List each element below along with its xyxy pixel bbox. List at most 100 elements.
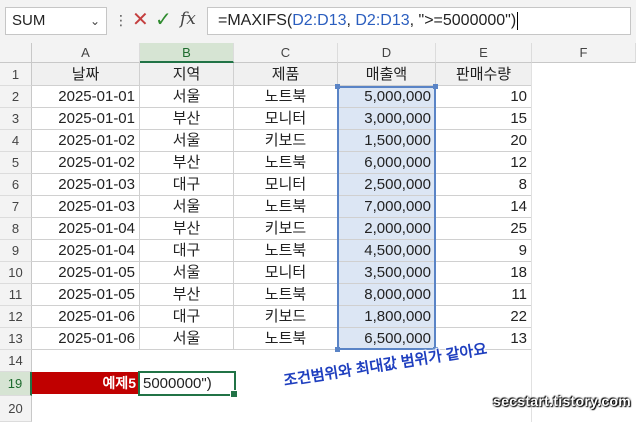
table-cell-region[interactable]: 부산	[140, 218, 234, 240]
row-header-13[interactable]: 13	[0, 328, 32, 350]
table-cell-date[interactable]: 2025-01-03	[32, 174, 140, 196]
formula-ref-1: D2:D13	[292, 12, 347, 29]
row-header-9[interactable]: 9	[0, 240, 32, 262]
table-cell-date[interactable]: 2025-01-04	[32, 218, 140, 240]
table-cell-sales[interactable]: 6,000,000	[338, 152, 436, 174]
example-label: 예제5	[32, 372, 140, 394]
table-cell-date[interactable]: 2025-01-03	[32, 196, 140, 218]
table-cell-region[interactable]: 서울	[140, 196, 234, 218]
table-cell-region[interactable]: 서울	[140, 130, 234, 152]
select-all-corner[interactable]	[0, 43, 32, 63]
table-cell-sales[interactable]: 1,500,000	[338, 130, 436, 152]
row-header-11[interactable]: 11	[0, 284, 32, 306]
table-cell-quantity[interactable]: 18	[436, 262, 532, 284]
active-cell-b19[interactable]: 5000000")	[138, 371, 238, 398]
table-cell-product[interactable]: 모니터	[234, 174, 338, 196]
table-cell-date[interactable]: 2025-01-02	[32, 152, 140, 174]
table-cell-product[interactable]: 노트북	[234, 86, 338, 108]
table-header-product[interactable]: 제품	[234, 63, 338, 86]
more-options-icon[interactable]: ⋮	[114, 12, 128, 28]
table-cell-product[interactable]: 키보드	[234, 218, 338, 240]
table-cell-quantity[interactable]: 20	[436, 130, 532, 152]
table-cell-quantity[interactable]: 22	[436, 306, 532, 328]
fill-handle[interactable]	[230, 390, 238, 398]
table-header-quantity[interactable]: 판매수량	[436, 63, 532, 86]
row-header-5[interactable]: 5	[0, 152, 32, 174]
table-cell-date[interactable]: 2025-01-02	[32, 130, 140, 152]
table-cell-product[interactable]: 노트북	[234, 240, 338, 262]
table-cell-date[interactable]: 2025-01-01	[32, 86, 140, 108]
table-header-sales[interactable]: 매출액	[338, 63, 436, 86]
cancel-icon[interactable]: ✕	[132, 8, 149, 32]
column-header-d[interactable]: D	[338, 43, 436, 63]
column-header-f[interactable]: F	[532, 43, 636, 63]
table-cell-date[interactable]: 2025-01-06	[32, 306, 140, 328]
row-header-12[interactable]: 12	[0, 306, 32, 328]
table-cell-sales[interactable]: 6,500,000	[338, 328, 436, 350]
name-box[interactable]: SUM ⌄	[5, 7, 107, 35]
table-cell-region[interactable]: 서울	[140, 328, 234, 350]
table-cell-region[interactable]: 대구	[140, 306, 234, 328]
table-cell-quantity[interactable]: 11	[436, 284, 532, 306]
row-header-1[interactable]: 1	[0, 63, 32, 86]
table-cell-sales[interactable]: 1,800,000	[338, 306, 436, 328]
row-header-8[interactable]: 8	[0, 218, 32, 240]
table-cell-date[interactable]: 2025-01-04	[32, 240, 140, 262]
table-cell-product[interactable]: 키보드	[234, 130, 338, 152]
formula-input[interactable]: =MAXIFS(D2:D13, D2:D13, ">=5000000")	[207, 7, 631, 35]
table-cell-region[interactable]: 부산	[140, 284, 234, 306]
table-cell-product[interactable]: 노트북	[234, 328, 338, 350]
table-cell-product[interactable]: 키보드	[234, 306, 338, 328]
table-cell-product[interactable]: 노트북	[234, 284, 338, 306]
table-cell-sales[interactable]: 3,500,000	[338, 262, 436, 284]
table-cell-sales[interactable]: 4,500,000	[338, 240, 436, 262]
row-header-19[interactable]: 19	[0, 372, 32, 396]
row-header-6[interactable]: 6	[0, 174, 32, 196]
table-cell-quantity[interactable]: 14	[436, 196, 532, 218]
table-cell-date[interactable]: 2025-01-06	[32, 328, 140, 350]
table-header-region[interactable]: 지역	[140, 63, 234, 86]
row-header-4[interactable]: 4	[0, 130, 32, 152]
table-cell-sales[interactable]: 8,000,000	[338, 284, 436, 306]
column-header-e[interactable]: E	[436, 43, 532, 63]
row-header-3[interactable]: 3	[0, 108, 32, 130]
table-cell-region[interactable]: 대구	[140, 240, 234, 262]
table-cell-date[interactable]: 2025-01-05	[32, 284, 140, 306]
table-cell-quantity[interactable]: 12	[436, 152, 532, 174]
table-cell-product[interactable]: 노트북	[234, 196, 338, 218]
row-header-10[interactable]: 10	[0, 262, 32, 284]
chevron-down-icon[interactable]: ⌄	[90, 8, 100, 34]
column-header-b[interactable]: B	[140, 43, 234, 63]
table-cell-product[interactable]: 모니터	[234, 262, 338, 284]
table-cell-sales[interactable]: 2,500,000	[338, 174, 436, 196]
table-cell-quantity[interactable]: 15	[436, 108, 532, 130]
table-cell-sales[interactable]: 2,000,000	[338, 218, 436, 240]
row-header-7[interactable]: 7	[0, 196, 32, 218]
table-cell-date[interactable]: 2025-01-05	[32, 262, 140, 284]
row-header-14[interactable]: 14	[0, 350, 32, 372]
table-cell-date[interactable]: 2025-01-01	[32, 108, 140, 130]
enter-check-icon[interactable]: ✓	[155, 8, 172, 32]
table-cell-product[interactable]: 노트북	[234, 152, 338, 174]
column-header-c[interactable]: C	[234, 43, 338, 63]
table-cell-region[interactable]: 서울	[140, 86, 234, 108]
insert-function-icon[interactable]: fx	[180, 9, 196, 29]
table-cell-quantity[interactable]: 8	[436, 174, 532, 196]
table-cell-sales[interactable]: 3,000,000	[338, 108, 436, 130]
table-cell-sales[interactable]: 7,000,000	[338, 196, 436, 218]
formula-bar: SUM ⌄ ⋮ ✕ ✓ fx =MAXIFS(D2:D13, D2:D13, "…	[0, 0, 636, 44]
table-header-date[interactable]: 날짜	[32, 63, 140, 86]
table-cell-region[interactable]: 서울	[140, 262, 234, 284]
table-cell-region[interactable]: 대구	[140, 174, 234, 196]
table-cell-sales[interactable]: 5,000,000	[338, 86, 436, 108]
table-cell-quantity[interactable]: 9	[436, 240, 532, 262]
formula-suffix: , ">=5000000")	[409, 12, 517, 29]
row-header-20[interactable]: 20	[0, 396, 32, 422]
table-cell-region[interactable]: 부산	[140, 108, 234, 130]
table-cell-quantity[interactable]: 10	[436, 86, 532, 108]
table-cell-region[interactable]: 부산	[140, 152, 234, 174]
column-header-a[interactable]: A	[32, 43, 140, 63]
row-header-2[interactable]: 2	[0, 86, 32, 108]
table-cell-product[interactable]: 모니터	[234, 108, 338, 130]
table-cell-quantity[interactable]: 25	[436, 218, 532, 240]
